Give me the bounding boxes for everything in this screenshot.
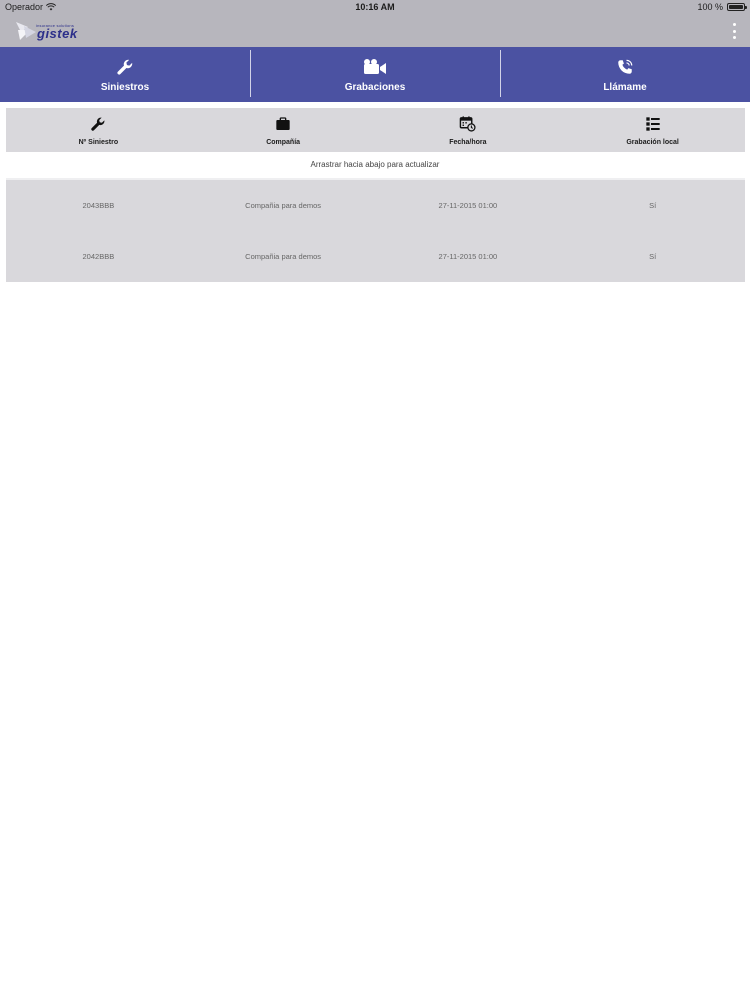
briefcase-icon <box>276 116 290 130</box>
tab-grabaciones-label: Grabaciones <box>344 81 406 93</box>
status-bar: Operador 10:16 AM 100 % <box>0 0 750 16</box>
tab-llamame-label: Llámame <box>603 81 647 93</box>
logo-brand: gistek <box>37 26 78 41</box>
cell-fecha: 27-11-2015 01:00 <box>438 252 498 261</box>
table-row[interactable]: 2043BBB Compañia para demos 27-11-2015 0… <box>6 180 745 231</box>
cell-siniestro: 2042BBB <box>82 252 115 261</box>
calendar-clock-icon <box>460 116 476 132</box>
column-header-fecha[interactable]: Fecha/hora <box>376 108 561 152</box>
logo-swoosh-icon <box>16 22 36 40</box>
battery-percent: 100 % <box>697 2 723 12</box>
cell-compania: Compañia para demos <box>245 201 322 210</box>
main-nav: Siniestros Grabaciones Llámame <box>0 47 750 102</box>
tab-grabaciones[interactable]: Grabaciones <box>250 47 500 102</box>
tab-llamame[interactable]: Llámame <box>500 47 750 102</box>
phone-icon <box>618 59 633 74</box>
column-header-fecha-label: Fecha/hora <box>449 138 487 146</box>
cell-compania: Compañia para demos <box>245 252 322 261</box>
more-menu-icon[interactable] <box>730 23 738 39</box>
app-logo: insurance solutions gistek <box>14 18 89 45</box>
claims-list: 2043BBB Compañia para demos 27-11-2015 0… <box>6 178 745 282</box>
column-header-grabacion[interactable]: Grabación local <box>560 108 745 152</box>
tab-siniestros[interactable]: Siniestros <box>0 47 250 102</box>
list-icon <box>645 116 660 131</box>
app-header: insurance solutions gistek <box>0 16 750 47</box>
clock: 10:16 AM <box>355 2 395 12</box>
cell-siniestro: 2043BBB <box>82 201 115 210</box>
column-header-compania-label: Compañía <box>266 138 301 146</box>
wrench-icon <box>117 59 133 75</box>
wrench-icon <box>91 117 105 131</box>
table-row[interactable]: 2042BBB Compañia para demos 27-11-2015 0… <box>6 231 745 282</box>
tab-siniestros-label: Siniestros <box>100 81 150 93</box>
battery-info: 100 % <box>697 2 747 12</box>
pull-to-refresh-hint: Arrastrar hacia abajo para actualizar <box>310 160 440 169</box>
column-header-siniestro-label: Nº Siniestro <box>78 138 119 146</box>
cell-fecha: 27-11-2015 01:00 <box>438 201 498 210</box>
cell-grabacion: Sí <box>649 252 657 261</box>
column-header-grabacion-label: Grabación local <box>626 138 679 146</box>
video-camera-icon <box>364 58 386 74</box>
table-header: Nº Siniestro Compañía Fecha/hora Grabaci… <box>6 108 745 152</box>
column-header-compania[interactable]: Compañía <box>191 108 376 152</box>
column-header-siniestro[interactable]: Nº Siniestro <box>6 108 191 152</box>
battery-icon <box>727 3 747 11</box>
cell-grabacion: Sí <box>649 201 657 210</box>
